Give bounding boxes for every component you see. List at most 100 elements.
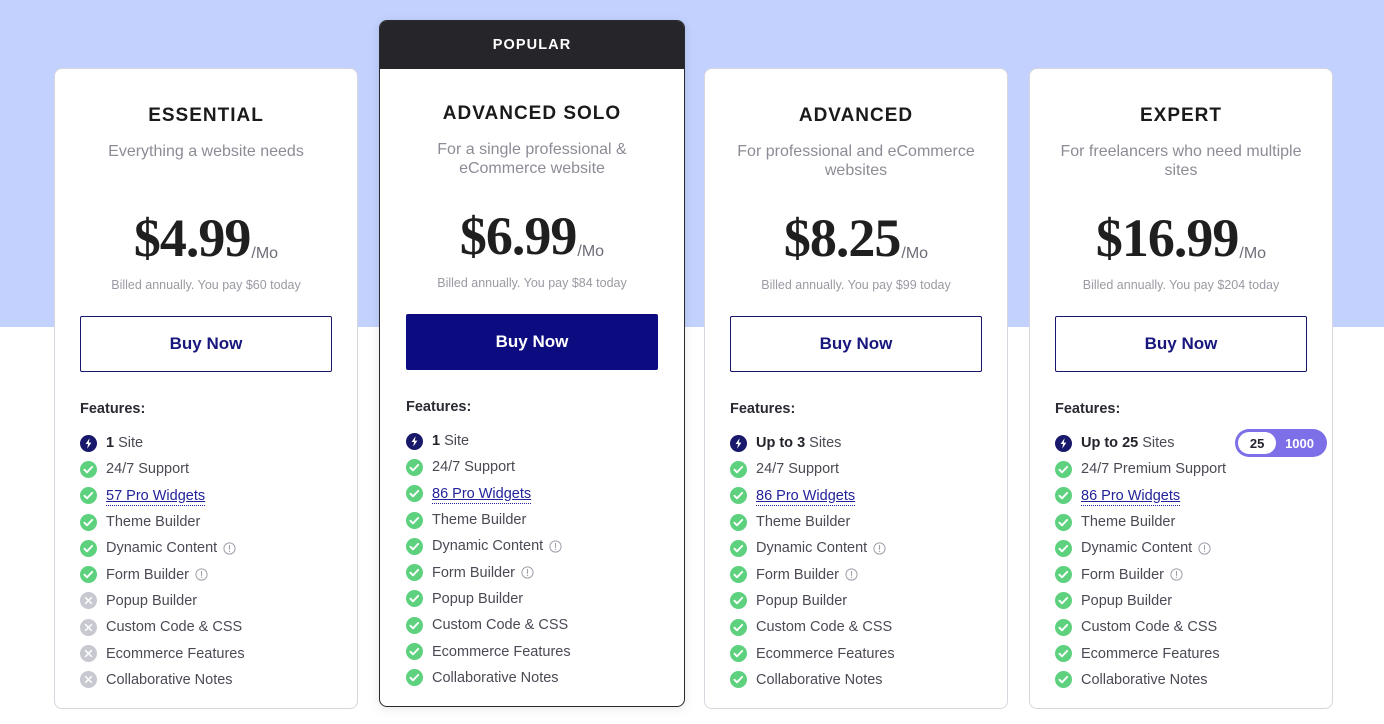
feature-unit: Sites (805, 435, 842, 452)
info-icon[interactable] (521, 566, 534, 579)
feature-item: Custom Code & CSS (1055, 614, 1307, 640)
feature-item: Popup Builder (1055, 588, 1307, 614)
buy-now-button[interactable]: Buy Now (406, 314, 658, 370)
info-icon[interactable] (845, 568, 858, 581)
feature-label: Up to 3 Sites (756, 435, 841, 451)
feature-name: Dynamic Content (106, 540, 218, 557)
feature-item: 24/7 Support (80, 456, 332, 482)
info-icon[interactable] (1198, 542, 1211, 555)
features-list: Up to 3 Sites 24/7 Support 86 Pro Widgets T… (730, 430, 982, 693)
pro-widgets-link[interactable]: 86 Pro Widgets (756, 487, 856, 506)
features-heading: Features: (80, 401, 146, 417)
info-icon[interactable] (873, 542, 886, 555)
feature-label: Theme Builder (432, 512, 526, 528)
info-icon[interactable] (223, 542, 236, 555)
check-icon (730, 539, 747, 557)
plan-description: For freelancers who need multiple sites (1060, 143, 1302, 179)
feature-item: Form Builder (730, 561, 982, 587)
feature-count: Up to 3 (756, 435, 806, 452)
feature-label: Popup Builder (106, 593, 197, 609)
card-body: ESSENTIAL Everything a website needs $4.99… (55, 105, 357, 693)
check-icon (1055, 592, 1072, 610)
price-row: $6.99/Mo (406, 205, 658, 267)
feature-count: Up to 25 (1081, 435, 1139, 452)
card-body: EXPERT For freelancers who need multiple … (1030, 105, 1332, 693)
price-period: /Mo (1239, 245, 1267, 262)
pro-widgets-link[interactable]: 86 Pro Widgets (432, 485, 532, 504)
pricing-card-advanced-solo: POPULAR ADVANCED SOLO For a single profess… (379, 20, 685, 707)
feature-label: 24/7 Support (432, 459, 515, 475)
feature-label: Theme Builder (1081, 514, 1175, 530)
feature-label: Ecommerce Features (106, 646, 245, 662)
feature-unit: Site (440, 433, 470, 450)
cross-icon (80, 671, 97, 689)
pro-widgets-link[interactable]: 57 Pro Widgets (106, 487, 206, 506)
info-icon[interactable] (195, 568, 208, 581)
feature-label: Custom Code & CSS (432, 617, 568, 633)
feature-label: Ecommerce Features (756, 646, 895, 662)
feature-name: Form Builder (1081, 566, 1164, 583)
features-heading: Features: (730, 401, 796, 417)
feature-name: Collaborative Notes (1081, 671, 1208, 688)
feature-item: Popup Builder (406, 586, 658, 612)
billing-note: Billed annually. You pay $204 today (1082, 278, 1280, 292)
feature-name: Ecommerce Features (106, 645, 245, 662)
feature-name: 24/7 Premium Support (1081, 461, 1227, 478)
sites-count-toggle[interactable]: 25 1000 (1235, 429, 1327, 457)
billing-note: Billed annually. You pay $99 today (761, 278, 951, 292)
check-icon (406, 590, 423, 608)
buy-now-button[interactable]: Buy Now (1055, 316, 1307, 372)
feature-item: Collaborative Notes (1055, 667, 1307, 693)
check-icon (406, 485, 423, 503)
feature-label: Ecommerce Features (432, 644, 571, 660)
feature-label: Up to 25 Sites (1081, 435, 1174, 451)
check-icon (406, 458, 423, 476)
feature-label: 1 Site (106, 435, 143, 451)
feature-label: Custom Code & CSS (106, 619, 242, 635)
check-icon (80, 487, 97, 505)
feature-item: 24/7 Support (406, 454, 658, 480)
check-icon (730, 592, 747, 610)
sites-toggle-selected[interactable]: 25 (1238, 432, 1277, 454)
pricing-table: ESSENTIAL Everything a website needs $4.99… (0, 0, 1384, 724)
feature-name: Dynamic Content (756, 540, 868, 557)
info-icon[interactable] (1170, 568, 1183, 581)
feature-item: Dynamic Content (80, 535, 332, 561)
feature-count: 1 (432, 433, 441, 450)
feature-item: Collaborative Notes (406, 665, 658, 691)
feature-name: Theme Builder (106, 514, 201, 531)
price-amount: $8.25 (783, 208, 901, 268)
feature-label: Dynamic Content (756, 540, 867, 556)
feature-name: Ecommerce Features (432, 643, 571, 660)
feature-item: Ecommerce Features (406, 638, 658, 664)
bolt-icon (730, 434, 747, 452)
features-list: Up to 25 Sites 25 1000 24/7 Premium Support… (1055, 429, 1327, 693)
pro-widgets-link[interactable]: 86 Pro Widgets (1081, 487, 1181, 506)
buy-now-button[interactable]: Buy Now (80, 316, 332, 372)
price-period: /Mo (901, 245, 929, 262)
check-icon (406, 564, 423, 582)
price-row: $4.99/Mo (80, 207, 332, 269)
check-icon (80, 539, 97, 557)
feature-item: Dynamic Content (1055, 535, 1307, 561)
feature-label: 24/7 Support (106, 461, 189, 477)
feature-item: Form Builder (1055, 561, 1307, 587)
feature-label: Popup Builder (1081, 593, 1172, 609)
check-icon (1055, 618, 1072, 636)
feature-item: Collaborative Notes (80, 667, 332, 693)
feature-label: Form Builder (432, 565, 515, 581)
check-icon (1055, 513, 1072, 531)
buy-now-button[interactable]: Buy Now (730, 316, 982, 372)
feature-name: Collaborative Notes (756, 671, 883, 688)
feature-item: 1 Site (80, 430, 332, 456)
billing-note: Billed annually. You pay $84 today (437, 276, 627, 290)
price-amount: $6.99 (459, 206, 577, 266)
feature-name: Dynamic Content (1081, 540, 1193, 557)
feature-name: Custom Code & CSS (756, 619, 893, 636)
sites-toggle-alternative[interactable]: 1000 (1276, 436, 1324, 451)
feature-name: Popup Builder (432, 590, 524, 607)
feature-label: Collaborative Notes (1081, 672, 1208, 688)
check-icon (730, 487, 747, 505)
features-heading: Features: (1055, 401, 1121, 417)
info-icon[interactable] (549, 540, 562, 553)
